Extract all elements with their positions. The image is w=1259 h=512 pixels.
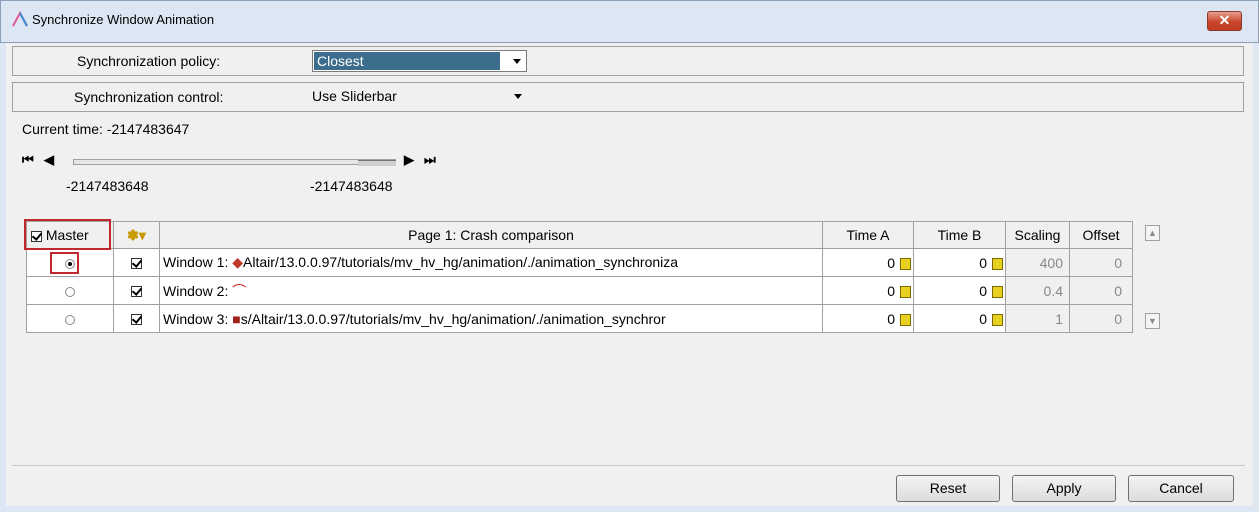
next-frame-button[interactable]: ▶ <box>404 152 414 168</box>
master-radio[interactable] <box>65 286 75 297</box>
window-cell: Window 2: ⌒ <box>159 276 823 305</box>
offset-cell: 0 <box>1069 276 1133 305</box>
scaling-cell: 1 <box>1005 304 1070 333</box>
control-selected-value: Use Sliderbar <box>312 88 397 104</box>
window-cell: Window 3: ■s/Altair/13.0.0.97/tutorials/… <box>159 304 823 333</box>
apply-button[interactable]: Apply <box>1012 475 1116 502</box>
master-radio-cell[interactable] <box>26 276 114 305</box>
window-title: Synchronize Window Animation <box>32 12 215 27</box>
plot-window-icon: ⌒ <box>232 282 247 299</box>
lock-icon[interactable] <box>900 313 911 326</box>
policy-selected-value: Closest <box>314 52 500 70</box>
window-label: Window 3: <box>163 310 233 327</box>
scroll-up-button[interactable]: ▲ <box>1145 225 1160 241</box>
time-b-cell[interactable]: 0 <box>913 276 1006 305</box>
window-path: s/Altair/13.0.0.97/tutorials/mv_hv_hg/an… <box>240 310 666 327</box>
table-row: Window 2: ⌒ 0 0 0.4 0 <box>26 276 1133 305</box>
master-radio-cell[interactable] <box>26 304 114 333</box>
sync-checkbox[interactable] <box>131 258 142 270</box>
sync-checkbox[interactable] <box>131 314 142 326</box>
lock-icon[interactable] <box>900 285 911 298</box>
table-row: Window 1: ◆Altair/13.0.0.97/tutorials/mv… <box>26 248 1133 277</box>
lock-icon[interactable] <box>992 257 1003 270</box>
time-b-header: Time B <box>913 221 1006 249</box>
table-header: Master ✽▾ Page 1: Crash comparison Time … <box>26 221 1133 249</box>
sync-checkbox[interactable] <box>131 286 142 298</box>
master-radio-highlight-box <box>50 252 79 274</box>
policy-dropdown[interactable]: Closest <box>312 50 527 72</box>
time-a-header: Time A <box>822 221 914 249</box>
animation-window-icon: ◆ <box>232 254 244 270</box>
master-highlight-box <box>24 219 111 250</box>
offset-cell: 0 <box>1069 248 1133 277</box>
window-label: Window 1: <box>163 254 233 270</box>
page-header: Page 1: Crash comparison <box>159 221 823 249</box>
scaling-cell: 0.4 <box>1005 276 1070 305</box>
sync-checkbox-cell[interactable] <box>113 304 160 333</box>
close-button[interactable]: ✕ <box>1207 11 1242 31</box>
lock-icon[interactable] <box>900 257 911 270</box>
sync-icon-header[interactable]: ✽▾ <box>113 221 160 249</box>
slider-min-label: -2147483648 <box>66 178 149 194</box>
sync-checkbox-cell[interactable] <box>113 248 160 277</box>
chevron-down-icon <box>513 59 521 64</box>
policy-label: Synchronization policy: <box>77 53 221 69</box>
prev-frame-button[interactable]: ◀ <box>44 152 54 168</box>
slider-max-label: -2147483648 <box>310 178 393 194</box>
cancel-button[interactable]: Cancel <box>1128 475 1234 502</box>
time-b-cell[interactable]: 0 <box>913 304 1006 333</box>
time-a-cell[interactable]: 0 <box>822 276 914 305</box>
window-label: Window 2: <box>163 282 233 299</box>
sync-checkbox-cell[interactable] <box>113 276 160 305</box>
chevron-down-icon <box>514 94 522 99</box>
time-slider[interactable] <box>73 159 396 165</box>
current-time: Current time: -2147483647 <box>22 121 190 137</box>
control-label: Synchronization control: <box>74 89 224 105</box>
time-b-value[interactable]: 0 <box>979 255 987 271</box>
time-a-value[interactable]: 0 <box>887 311 895 327</box>
app-logo-icon <box>12 10 28 27</box>
scaling-cell: 400 <box>1005 248 1070 277</box>
windows-table: Master ✽▾ Page 1: Crash comparison Time … <box>26 221 1133 333</box>
divider <box>12 465 1245 466</box>
time-b-value[interactable]: 0 <box>979 283 987 299</box>
offset-cell: 0 <box>1069 304 1133 333</box>
time-a-cell[interactable]: 0 <box>822 248 914 277</box>
time-b-value[interactable]: 0 <box>979 311 987 327</box>
traffic-light-icon[interactable]: ✽▾ <box>127 227 146 243</box>
time-a-cell[interactable]: 0 <box>822 304 914 333</box>
reset-button[interactable]: Reset <box>896 475 1000 502</box>
slider-thumb[interactable] <box>358 160 396 166</box>
lock-icon[interactable] <box>992 285 1003 298</box>
time-a-value[interactable]: 0 <box>887 283 895 299</box>
window-path: Altair/13.0.0.97/tutorials/mv_hv_hg/anim… <box>243 254 679 270</box>
last-frame-button[interactable]: ⏭ <box>424 152 436 168</box>
video-window-icon: ■ <box>232 310 241 327</box>
master-radio[interactable] <box>65 314 75 325</box>
first-frame-button[interactable]: ⏮ <box>22 152 34 168</box>
offset-header: Offset <box>1069 221 1133 249</box>
table-row: Window 3: ■s/Altair/13.0.0.97/tutorials/… <box>26 304 1133 333</box>
time-b-cell[interactable]: 0 <box>913 248 1006 277</box>
lock-icon[interactable] <box>992 313 1003 326</box>
time-a-value[interactable]: 0 <box>887 255 895 271</box>
control-dropdown[interactable]: Use Sliderbar <box>312 86 527 108</box>
scaling-header: Scaling <box>1005 221 1070 249</box>
scroll-down-button[interactable]: ▼ <box>1145 313 1160 329</box>
window-cell: Window 1: ◆Altair/13.0.0.97/tutorials/mv… <box>159 248 823 277</box>
